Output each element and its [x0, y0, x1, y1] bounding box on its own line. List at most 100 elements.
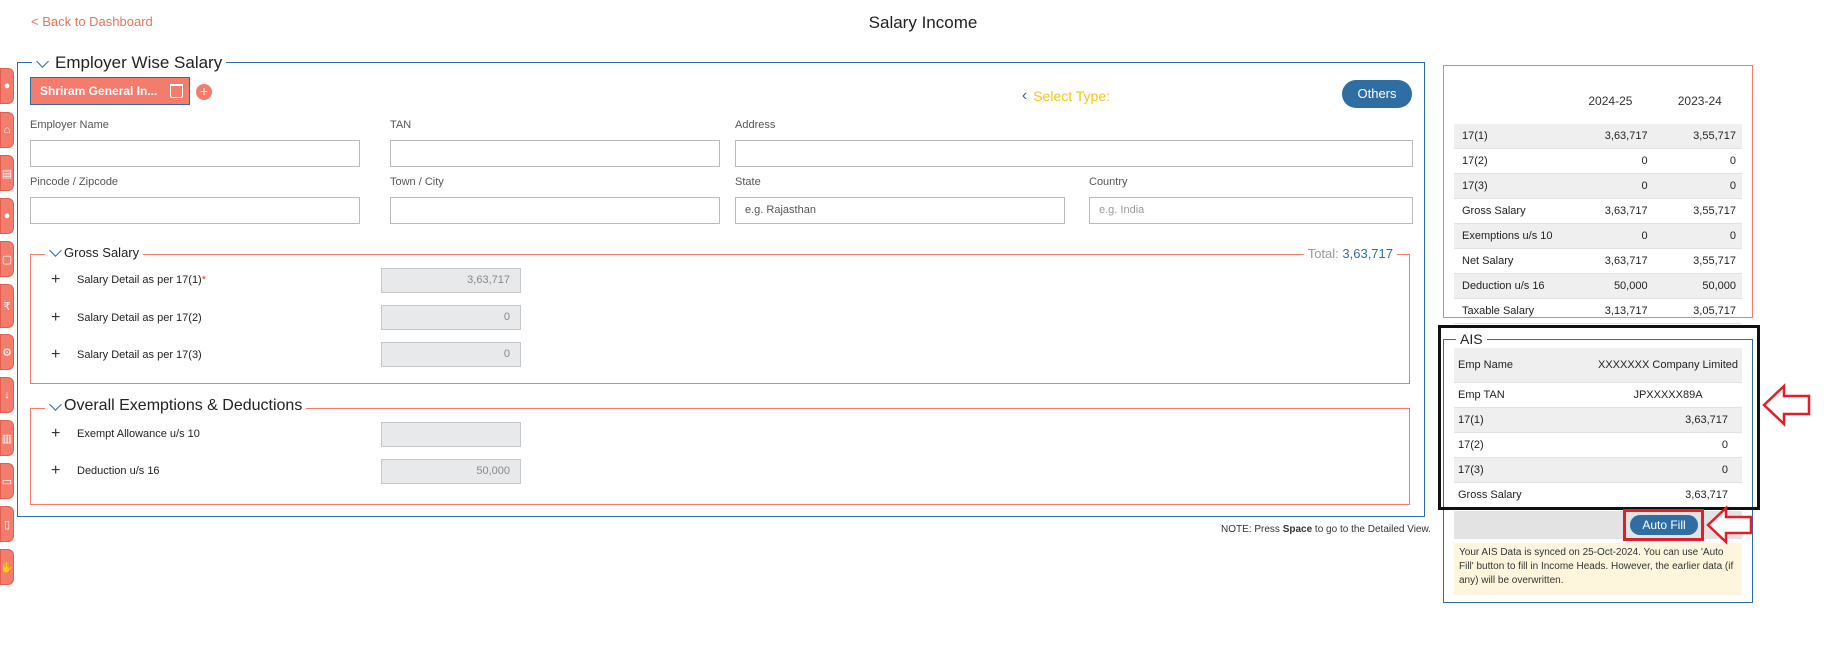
side-nav-bag-icon[interactable]: ▢ — [0, 241, 14, 277]
summary-cell-y1: 3,13,717 — [1604, 305, 1648, 317]
side-nav-gear-icon[interactable]: ⚙ — [0, 334, 14, 370]
page-title: Salary Income — [868, 13, 978, 32]
summary-row: Deduction u/s 16 50,000 50,000 — [1454, 274, 1742, 299]
summary-cell-y1: 3,63,717 — [1604, 205, 1648, 217]
trash-icon[interactable] — [170, 84, 183, 98]
side-nav-calendar-icon[interactable]: ▤ — [0, 155, 14, 191]
state-label: State — [735, 176, 761, 188]
note-suffix: to go to the Detailed View. — [1312, 524, 1431, 535]
salary-17-1-value: 3,63,717 — [381, 268, 521, 293]
tan-input[interactable] — [390, 140, 720, 167]
side-nav-currency-icon[interactable]: ₹ — [0, 284, 14, 328]
side-nav-download-icon[interactable]: ↓ — [0, 377, 14, 413]
exempt-allowance-label: Exempt Allowance u/s 10 — [77, 428, 200, 440]
salary-17-3-row: + Salary Detail as per 17(3) — [51, 346, 202, 364]
note-prefix: NOTE: Press — [1221, 524, 1283, 535]
auto-fill-button[interactable]: Auto Fill — [1630, 515, 1698, 535]
deduction-16-value: 50,000 — [381, 459, 521, 484]
summary-col-2023: 2023-24 — [1677, 94, 1722, 108]
address-input[interactable] — [735, 140, 1413, 167]
gross-salary-header[interactable]: Gross Salary — [45, 244, 144, 260]
summary-cell-y2: 3,55,717 — [1693, 255, 1736, 267]
summary-cell-y1: 3,63,717 — [1604, 130, 1648, 142]
pincode-input[interactable] — [30, 197, 360, 224]
summary-rows: 17(1) 3,63,717 3,55,717 17(2) 0 0 17(3) 0 0 Gross… — [1454, 124, 1742, 324]
exemptions-panel: Overall Exemptions & Deductions + Exempt… — [30, 397, 1410, 505]
exemptions-header[interactable]: Overall Exemptions & Deductions — [45, 397, 307, 415]
summary-cell-y1: 0 — [1641, 180, 1648, 192]
side-nav-wallet-icon[interactable]: ▭ — [0, 463, 14, 499]
add-employer-button[interactable]: + — [196, 84, 212, 100]
side-nav-chart-icon[interactable]: ▥ — [0, 420, 14, 456]
state-input[interactable]: e.g. Rajasthan — [735, 197, 1065, 224]
summary-cell-y1: 0 — [1641, 230, 1648, 242]
select-type[interactable]: ‹ Select Type: — [1022, 87, 1110, 105]
expand-plus-icon[interactable]: + — [51, 309, 73, 327]
summary-row: Net Salary 3,63,717 3,55,717 — [1454, 249, 1742, 274]
employer-tab-label: Shriram General In... — [40, 84, 158, 98]
summary-cell-y2: 50,000 — [1702, 280, 1736, 292]
expand-plus-icon[interactable]: + — [51, 462, 73, 480]
side-nav-user-group-icon[interactable]: ● — [0, 198, 14, 234]
employer-tab[interactable]: Shriram General In... — [30, 77, 190, 105]
arrow-left-icon — [1706, 505, 1753, 545]
summary-cell-y1: 3,63,717 — [1604, 255, 1648, 267]
summary-row: 17(3) 0 0 — [1454, 174, 1742, 199]
salary-17-2-row: + Salary Detail as per 17(2) — [51, 309, 202, 327]
side-nav-house-icon[interactable]: ⌂ — [0, 112, 14, 148]
summary-col-2024: 2024-25 — [1588, 94, 1633, 108]
side-nav-hand-icon[interactable]: ✋ — [0, 549, 14, 585]
summary-cell-label: 17(3) — [1462, 180, 1488, 192]
summary-row: 17(1) 3,63,717 3,55,717 — [1454, 124, 1742, 149]
summary-cell-y2: 3,55,717 — [1693, 205, 1736, 217]
summary-cell-y1: 50,000 — [1613, 280, 1648, 292]
summary-cell-y2: 3,55,717 — [1693, 130, 1736, 142]
arrow-left-icon — [1762, 383, 1811, 427]
gross-salary-title: Gross Salary — [64, 245, 140, 260]
summary-cell-y2: 3,05,717 — [1693, 305, 1736, 317]
summary-cell-label: 17(1) — [1462, 130, 1488, 142]
employer-name-input[interactable] — [30, 140, 360, 167]
deduction-16-row: + Deduction u/s 16 — [51, 462, 160, 480]
side-nav-document-icon[interactable]: ▯ — [0, 506, 14, 542]
employer-section-title: Employer Wise Salary — [55, 53, 223, 72]
summary-cell-label: Exemptions u/s 10 — [1462, 230, 1553, 242]
summary-row: 17(2) 0 0 — [1454, 149, 1742, 174]
expand-plus-icon[interactable]: + — [51, 425, 73, 443]
summary-cell-y2: 0 — [1729, 155, 1736, 167]
employer-section-header[interactable]: Employer Wise Salary — [32, 53, 227, 73]
town-input[interactable] — [390, 197, 720, 224]
summary-row: Exemptions u/s 10 0 0 — [1454, 224, 1742, 249]
salary-17-3-label: Salary Detail as per 17(3) — [77, 349, 202, 361]
summary-cell-label: Gross Salary — [1462, 205, 1526, 217]
salary-17-1-row: + Salary Detail as per 17(1) * — [51, 271, 206, 289]
summary-cell-label: Net Salary — [1462, 255, 1514, 267]
type-others-button[interactable]: Others — [1342, 80, 1412, 108]
side-nav-person-icon[interactable]: ● — [0, 68, 14, 104]
summary-row: Gross Salary 3,63,717 3,55,717 — [1454, 199, 1742, 224]
exempt-allowance-row: + Exempt Allowance u/s 10 — [51, 425, 200, 443]
summary-cell-y1: 0 — [1641, 155, 1648, 167]
employer-wise-salary-panel: Employer Wise Salary Shriram General In.… — [17, 53, 1425, 517]
summary-cell-label: 17(2) — [1462, 155, 1488, 167]
total-label: Total: — [1307, 246, 1339, 261]
expand-plus-icon[interactable]: + — [51, 346, 73, 364]
exempt-allowance-value — [381, 422, 521, 447]
chevron-down-icon — [49, 244, 62, 257]
note-key: Space — [1282, 524, 1313, 535]
town-label: Town / City — [390, 176, 444, 188]
ais-info-text: Your AIS Data is synced on 25-Oct-2024. … — [1454, 543, 1742, 595]
summary-cell-label: Taxable Salary — [1462, 305, 1535, 317]
summary-header: 2024-25 2023-24 — [1454, 78, 1742, 124]
required-marker: * — [201, 274, 207, 286]
country-input[interactable]: e.g. India — [1089, 197, 1413, 224]
salary-17-2-value: 0 — [381, 305, 521, 330]
expand-plus-icon[interactable]: + — [51, 271, 73, 289]
tan-label: TAN — [390, 119, 412, 131]
salary-17-3-value: 0 — [381, 342, 521, 367]
summary-cell-y2: 0 — [1729, 180, 1736, 192]
chevron-down-icon — [49, 397, 62, 411]
chevron-left-icon: ‹ — [1021, 87, 1028, 104]
salary-summary-table: 2024-25 2023-24 17(1) 3,63,717 3,55,717 17(… — [1443, 65, 1753, 324]
total-value: 3,63,717 — [1342, 246, 1393, 261]
